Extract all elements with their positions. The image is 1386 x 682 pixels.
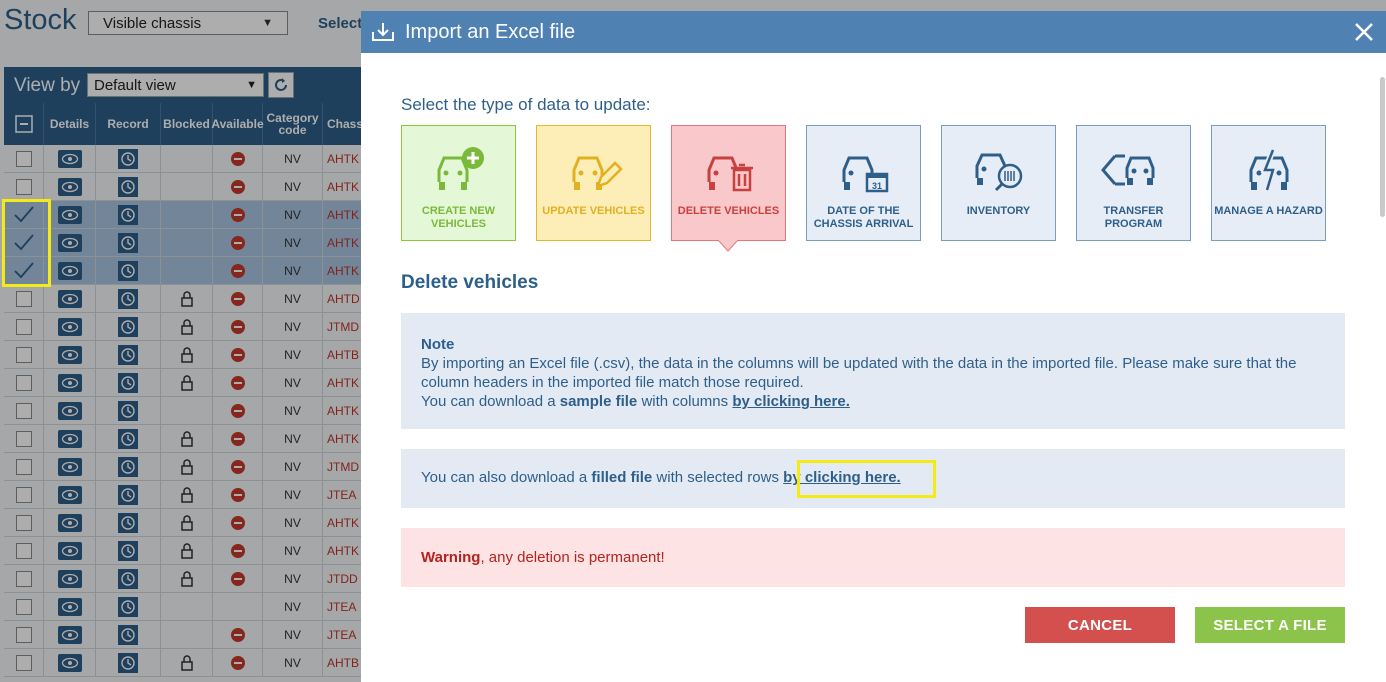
tile-create-new-vehicles[interactable]: Create new vehicles <box>401 125 516 241</box>
car-barcode-icon <box>975 153 1022 192</box>
warning-box: Warning, any deletion is permanent! <box>401 528 1345 587</box>
car-transfer-icon <box>1100 154 1154 186</box>
highlight-box <box>797 460 936 498</box>
tile-label: Transfer program <box>1103 205 1164 230</box>
tile-date-of-chassis-arrival[interactable]: 31 Date of the chassis arrival <box>806 125 921 241</box>
warning-label: Warning <box>421 549 481 566</box>
cancel-button[interactable]: CANCEL <box>1025 607 1175 643</box>
car-hazard-icon <box>1249 148 1288 191</box>
tile-label: Inventory <box>966 205 1031 217</box>
tile-inventory[interactable]: Inventory <box>941 125 1056 241</box>
tile-pointer-icon <box>718 240 738 252</box>
dialog-header: Import an Excel file <box>361 11 1386 53</box>
tile-transfer-program[interactable]: Transfer program <box>1076 125 1191 241</box>
close-icon[interactable] <box>1352 20 1376 44</box>
warning-text: , any deletion is permanent! <box>480 549 665 566</box>
section-title: Delete vehicles <box>401 272 539 293</box>
note-title: Note <box>421 336 455 353</box>
car-calendar-icon: 31 <box>842 156 888 193</box>
car-edit-icon <box>572 156 623 190</box>
note-sample-line: You can download a sample file with colu… <box>421 393 850 410</box>
svg-text:31: 31 <box>871 181 881 191</box>
tile-delete-vehicles[interactable]: Delete vehicles <box>671 125 786 241</box>
dialog-scrollbar[interactable] <box>1378 53 1386 682</box>
tile-manage-a-hazard[interactable]: Manage a hazard <box>1211 125 1326 241</box>
import-excel-dialog: Import an Excel file Select the type of … <box>361 11 1386 682</box>
tile-update-vehicles[interactable]: Update vehicles <box>536 125 651 241</box>
car-trash-icon <box>707 156 753 192</box>
tile-label: Date of the chassis arrival <box>813 205 914 230</box>
dialog-title: Import an Excel file <box>405 21 576 43</box>
download-tray-icon <box>372 23 394 41</box>
highlight-box <box>2 199 51 287</box>
select-file-button[interactable]: SELECT A FILE <box>1195 607 1345 643</box>
tile-label: Delete vehicles <box>677 205 780 217</box>
car-plus-icon <box>437 147 484 190</box>
tile-label: Manage a hazard <box>1214 205 1323 217</box>
note-box: Note By importing an Excel file (.csv), … <box>401 313 1345 429</box>
data-type-label: Select the type of data to update: <box>401 95 651 114</box>
tile-label: Create new vehicles <box>421 205 496 230</box>
sample-file-link[interactable]: by clicking here. <box>732 393 850 410</box>
tile-label: Update vehicles <box>542 205 645 217</box>
note-text: By importing an Excel file (.csv), the d… <box>421 355 1297 391</box>
